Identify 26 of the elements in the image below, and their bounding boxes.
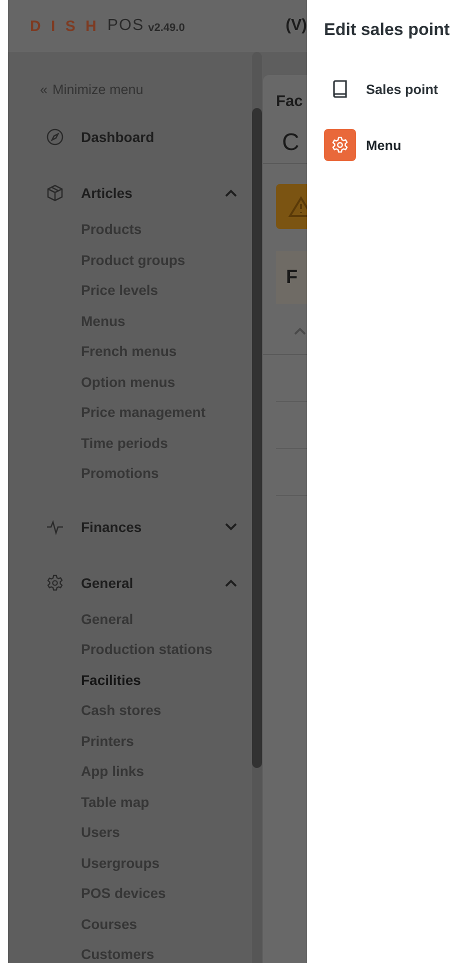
version-label: v2.49.0 [148, 22, 185, 34]
compass-icon [46, 128, 64, 146]
gear-icon [46, 574, 64, 592]
chevron-up-icon[interactable] [225, 189, 237, 197]
box-icon [46, 184, 64, 202]
section-header: F [276, 251, 307, 304]
page-heading: Fac [276, 93, 304, 112]
chevron-down-icon[interactable] [225, 522, 237, 530]
sidebar-link[interactable]: Facilities [8, 664, 252, 695]
menu-group[interactable]: Finances [81, 518, 225, 534]
section-heading: C [282, 129, 300, 158]
collapse-chevron-icon[interactable] [294, 327, 306, 335]
logo-text: D I S H [30, 18, 100, 34]
panel-nav-item[interactable]: Menu [366, 138, 402, 152]
menu-group[interactable]: Articles [81, 185, 225, 201]
menu-group[interactable]: General [81, 574, 225, 590]
gear-icon[interactable] [324, 129, 356, 161]
chevron-up-icon[interactable] [225, 578, 237, 586]
panel-nav-item[interactable]: Sales point [366, 82, 438, 96]
menu-group[interactable]: Dashboard [81, 129, 252, 145]
activity-icon [46, 518, 64, 536]
product-name: POS [107, 17, 144, 35]
page-title: (V) [286, 17, 307, 35]
panel-title: Edit sales point [324, 19, 451, 41]
warning-icon [288, 196, 307, 218]
scrollbar-thumb[interactable] [252, 108, 262, 768]
